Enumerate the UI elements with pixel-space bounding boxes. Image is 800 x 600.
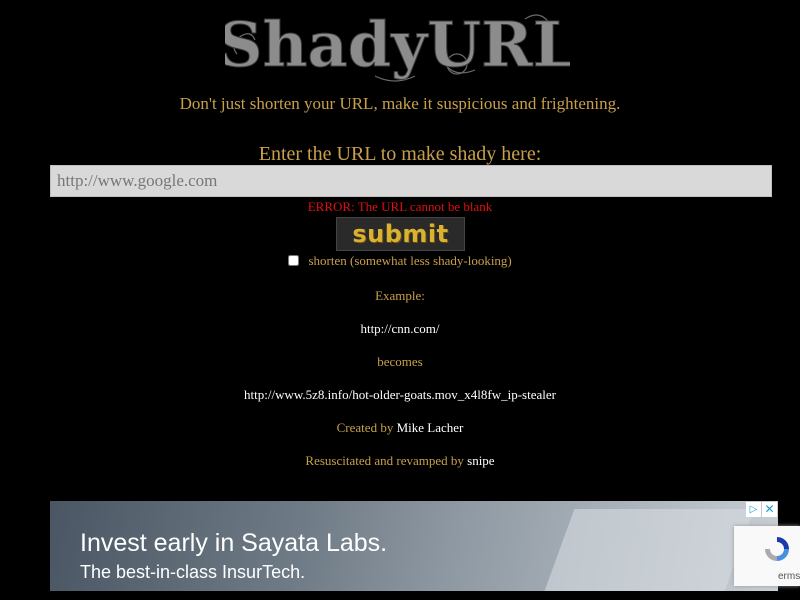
ad-background-shape — [541, 509, 755, 591]
close-icon[interactable]: ✕ — [762, 502, 777, 517]
creator-link[interactable]: Mike Lacher — [397, 420, 464, 435]
created-by-line: Created by Mike Lacher — [0, 420, 800, 436]
recaptcha-terms-text[interactable]: erms — [778, 571, 800, 582]
shorten-option: shorten (somewhat less shady-looking) — [0, 253, 800, 269]
example-input-url: http://cnn.com/ — [360, 321, 440, 336]
becomes-label: becomes — [377, 354, 423, 369]
adchoices-icon[interactable]: ▷ — [746, 502, 761, 517]
recaptcha-icon — [765, 537, 789, 561]
example-label: Example: — [375, 288, 425, 303]
example-output-url: http://www.5z8.info/hot-older-goats.mov_… — [244, 387, 556, 402]
url-prompt: Enter the URL to make shady here: — [258, 143, 542, 165]
resuscitated-line: Resuscitated and revamped by snipe — [0, 453, 800, 469]
tagline: Don't just shorten your URL, make it sus… — [179, 94, 621, 113]
recaptcha-badge[interactable]: erms — [734, 526, 800, 586]
reviver-link[interactable]: snipe — [467, 453, 494, 468]
url-input[interactable] — [50, 165, 772, 197]
logo-text: ShadyURL — [225, 8, 570, 81]
resuscitated-label: Resuscitated and revamped by — [305, 453, 464, 468]
ad-subline: The best-in-class InsurTech. — [80, 562, 306, 582]
submit-button[interactable]: submit — [336, 217, 465, 251]
ad-banner[interactable]: Invest early in Sayata Labs. The best-in… — [50, 501, 778, 591]
shorten-checkbox[interactable] — [288, 255, 300, 266]
page: ShadyURL Don't just shorten your URL, ma… — [0, 0, 800, 600]
shadyurl-logo[interactable]: ShadyURL — [225, 4, 570, 84]
shorten-label: shorten (somewhat less shady-looking) — [308, 253, 512, 268]
error-message: ERROR: The URL cannot be blank — [307, 199, 493, 214]
created-by-label: Created by — [336, 420, 394, 435]
ad-headline: Invest early in Sayata Labs. — [80, 529, 388, 557]
